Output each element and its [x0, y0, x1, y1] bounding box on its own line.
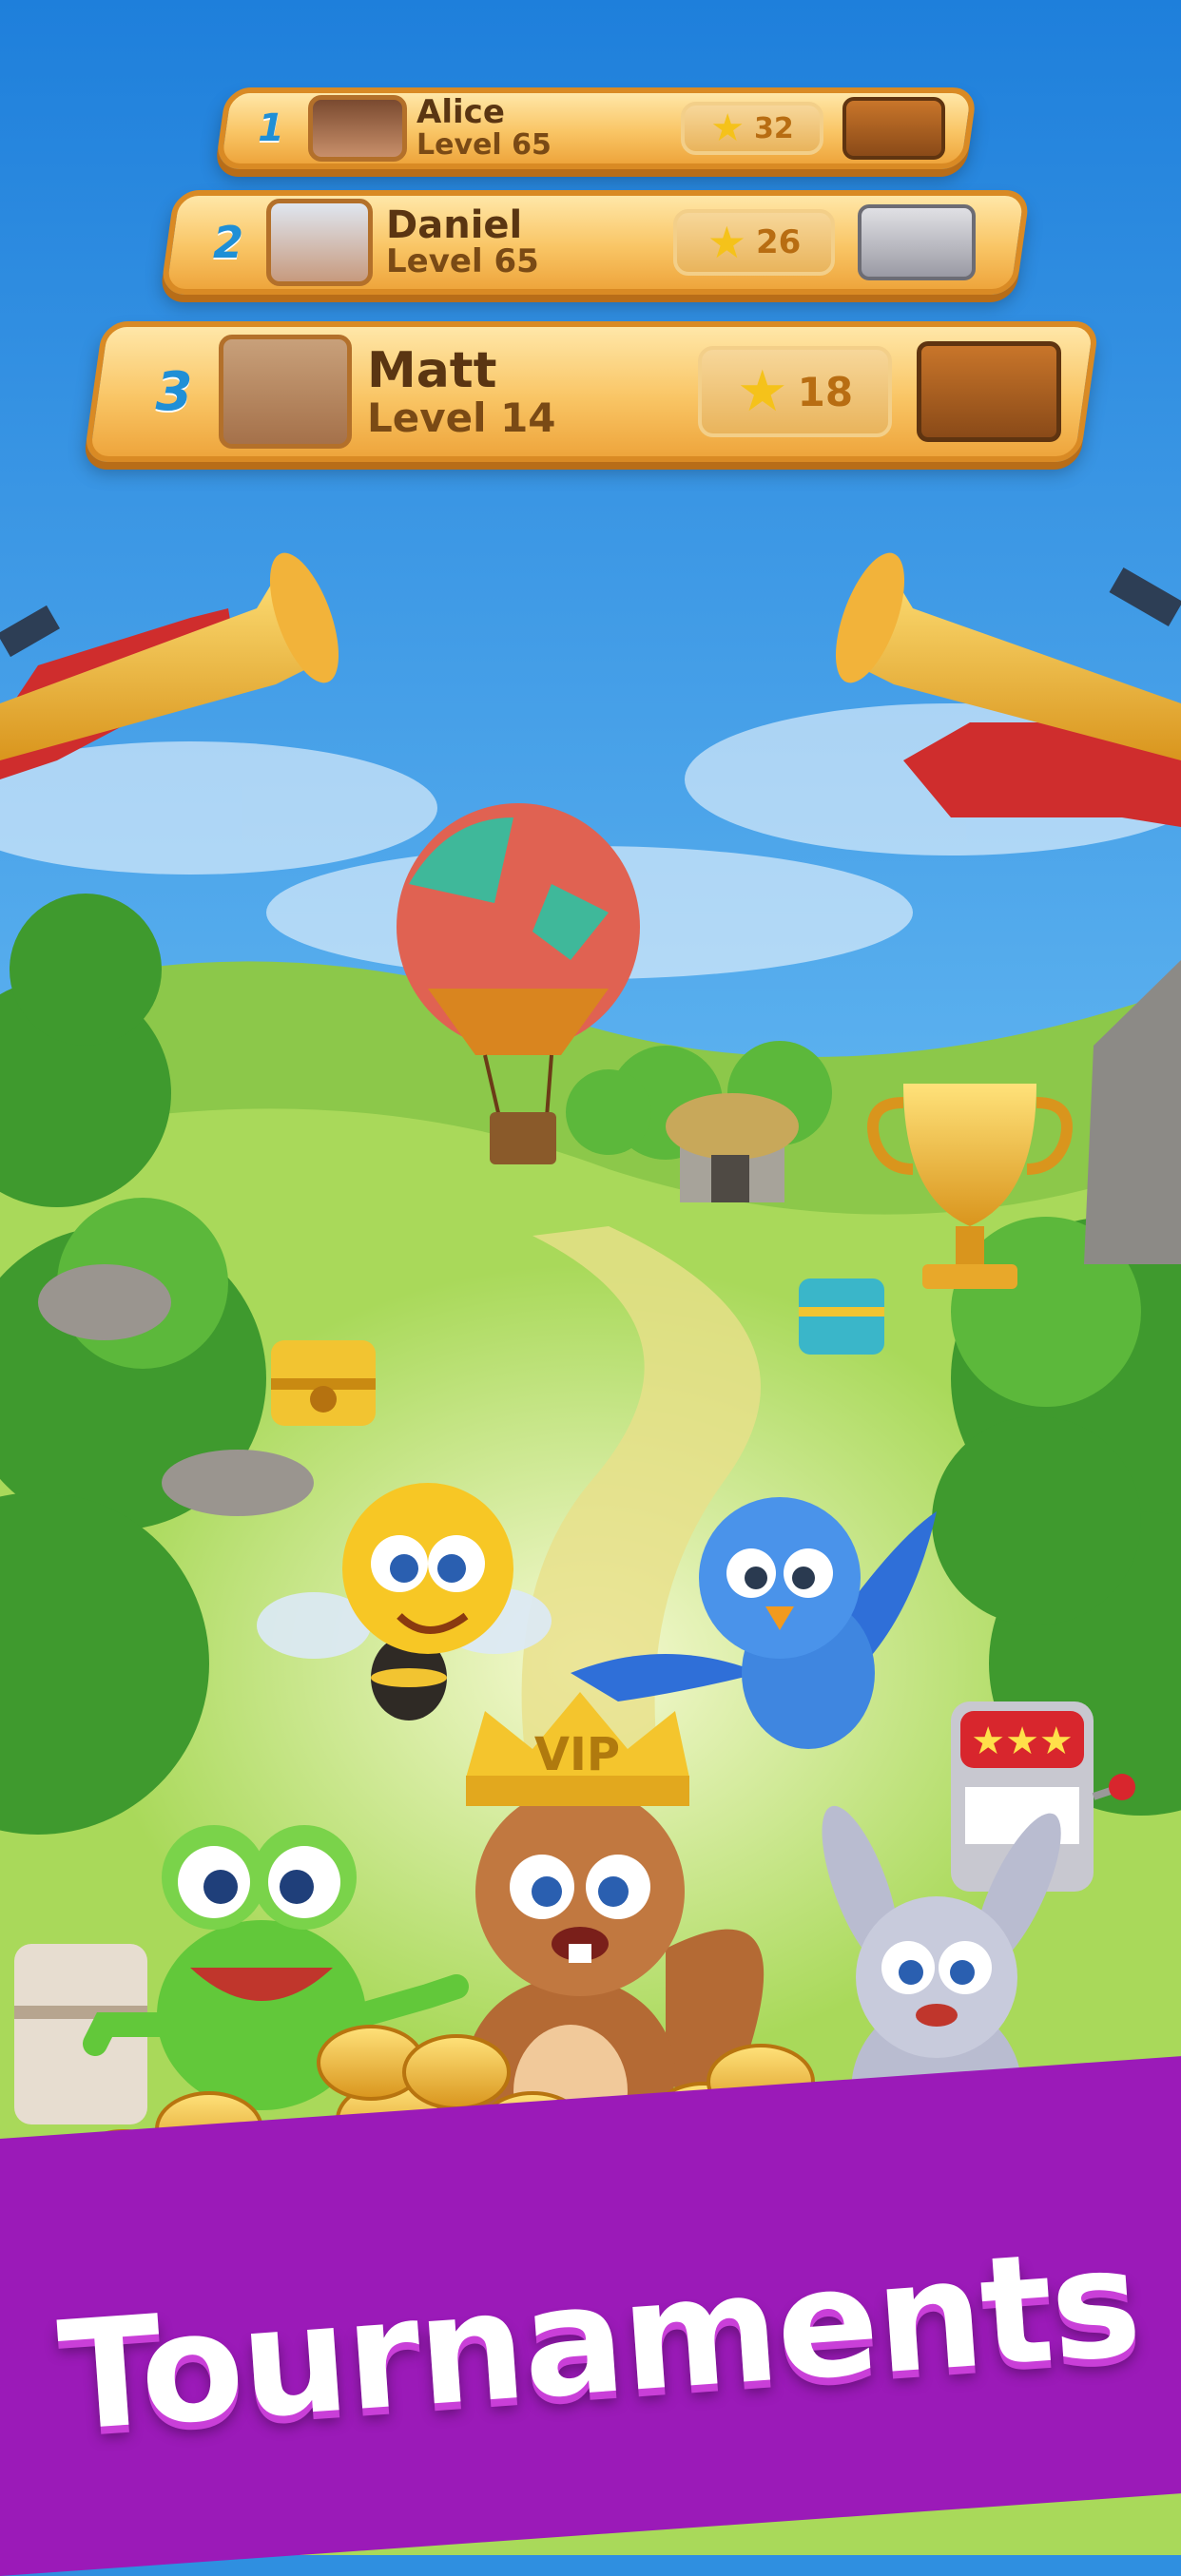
stone-hut [666, 1093, 799, 1202]
star-count: 32 [754, 111, 794, 145]
star-count-badge: ★ 26 [673, 209, 835, 276]
wooden-chest-icon[interactable] [842, 97, 945, 160]
star-count: 18 [797, 368, 854, 415]
leaderboard-row-1[interactable]: 1 Alice Level 65 ★ 32 [214, 87, 978, 169]
player-level: Level 65 [416, 128, 552, 163]
star-icon: ★ [736, 358, 788, 425]
svg-text:★★★: ★★★ [971, 1720, 1074, 1763]
treasure-chest-icon [271, 1340, 376, 1426]
star-count-badge: ★ 32 [681, 102, 823, 155]
treasure-chest-icon [799, 1278, 884, 1355]
avatar [266, 199, 373, 286]
leaderboard-row-3[interactable]: 3 Matt Level 14 ★ 18 [83, 321, 1100, 462]
avatar [219, 335, 352, 449]
leaderboard-row-2[interactable]: 2 Daniel Level 65 ★ 26 [160, 190, 1031, 295]
star-count: 26 [755, 223, 802, 261]
player-name: Alice [416, 93, 505, 132]
rank-number: 1 [258, 106, 284, 150]
avatar [308, 95, 407, 162]
silver-chest-icon[interactable] [858, 204, 976, 280]
star-icon: ★ [710, 106, 745, 150]
wooden-chest-icon[interactable] [917, 341, 1061, 442]
svg-text:VIP: VIP [534, 1728, 620, 1781]
player-name: Matt [367, 341, 497, 399]
star-icon: ★ [707, 217, 746, 268]
player-name: Daniel [386, 203, 523, 248]
player-level: Level 65 [386, 242, 539, 281]
player-level: Level 14 [367, 394, 556, 441]
star-count-badge: ★ 18 [698, 346, 892, 437]
rank-number: 3 [155, 360, 193, 423]
rank-number: 2 [212, 217, 243, 268]
